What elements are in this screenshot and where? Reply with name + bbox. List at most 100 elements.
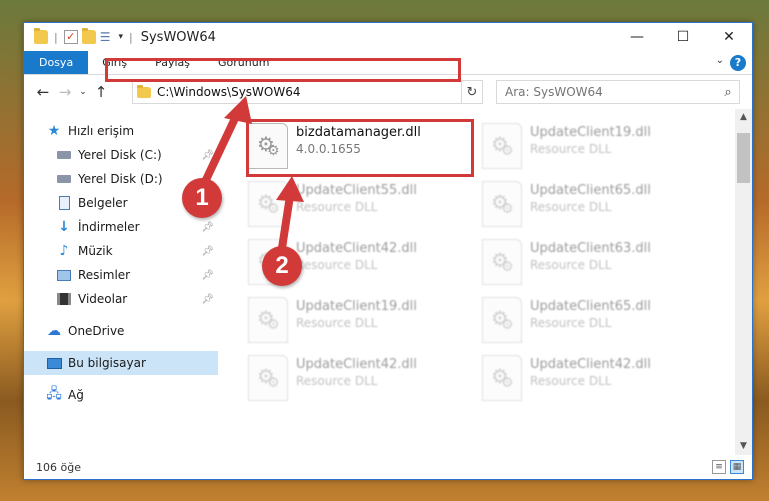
file-item[interactable]: ⚙⚙ UpdateClient42.dll Resource DLL bbox=[248, 351, 468, 405]
help-icon[interactable]: ? bbox=[730, 55, 746, 71]
file-name: UpdateClient55.dll bbox=[296, 183, 417, 198]
pin-icon[interactable]: 📌︎ bbox=[201, 150, 214, 161]
file-description: Resource DLL bbox=[530, 142, 612, 156]
file-item[interactable]: ⚙ ⚙ UpdateClient63.dll Resource DLL bbox=[482, 235, 702, 289]
address-path[interactable]: C:\Windows\SysWOW64 bbox=[157, 85, 460, 99]
folder-icon[interactable] bbox=[34, 28, 48, 44]
customize-view-icon[interactable]: ☰ bbox=[100, 30, 111, 44]
file-description: Resource DLL bbox=[530, 258, 612, 272]
details-view-icon[interactable]: ≡ bbox=[712, 460, 726, 474]
file-item[interactable]: ⚙ ⚙ UpdateClient19.dll Resource DLL bbox=[482, 119, 702, 173]
new-folder-icon[interactable] bbox=[81, 28, 96, 44]
dll-file-icon: ⚙⚙ bbox=[482, 239, 522, 285]
star-icon: ★ bbox=[47, 123, 61, 139]
recent-locations-chevron-icon[interactable]: ⌄ bbox=[76, 87, 90, 97]
scrollbar-thumb[interactable] bbox=[737, 133, 750, 183]
search-input[interactable] bbox=[505, 85, 717, 99]
sidebar-item-label: Hızlı erişim bbox=[68, 124, 135, 138]
drive-icon bbox=[56, 172, 72, 186]
dll-file-icon: ⚙⚙ bbox=[482, 181, 522, 227]
search-box[interactable]: ⌕ bbox=[496, 80, 740, 104]
documents-icon bbox=[56, 196, 72, 210]
tab-file[interactable]: Dosya bbox=[24, 51, 89, 74]
title-separator: | bbox=[129, 30, 133, 44]
file-item[interactable]: ⚙ ⚙ bizdatamanager.dll 4.0.0.1655 bbox=[248, 119, 468, 173]
dll-file-icon: ⚙⚙ bbox=[482, 297, 522, 343]
cloud-icon: ☁ bbox=[47, 323, 61, 339]
file-version: 4.0.0.1655 bbox=[296, 142, 361, 156]
tab-home[interactable]: Giriş bbox=[88, 51, 141, 74]
pictures-icon bbox=[56, 268, 72, 282]
file-item[interactable]: ⚙ ⚙ UpdateClient19.dll Resource DLL bbox=[248, 293, 468, 347]
file-item[interactable]: ⚙ ⚙ UpdateClient65.dll Resource DLL bbox=[482, 177, 702, 231]
up-arrow-icon[interactable]: ↑ bbox=[90, 83, 112, 101]
file-name: UpdateClient63.dll bbox=[530, 241, 651, 256]
sidebar-item-label: Yerel Disk (C:) bbox=[78, 148, 162, 162]
address-folder-icon bbox=[137, 84, 151, 98]
window-title: SysWOW64 bbox=[140, 29, 216, 45]
tab-share[interactable]: Paylaş bbox=[141, 51, 204, 74]
drive-icon bbox=[56, 148, 72, 162]
scroll-down-icon[interactable]: ▼ bbox=[735, 438, 752, 455]
sidebar-item-label: Ağ bbox=[68, 388, 84, 402]
close-button[interactable]: ✕ bbox=[706, 23, 752, 51]
sidebar-item-music[interactable]: ♪ Müzik 📌︎ bbox=[24, 239, 218, 263]
file-item[interactable]: ⚙⚙ UpdateClient42.dll Resource DLL bbox=[482, 351, 702, 405]
explorer-window: | ✓ ☰ ▾ | SysWOW64 — ☐ ✕ Dosya Giriş Pay… bbox=[23, 22, 753, 480]
view-switcher: ≡ ▦ bbox=[712, 460, 744, 474]
expand-ribbon-icon[interactable]: ⌄ bbox=[716, 55, 724, 66]
file-name: UpdateClient19.dll bbox=[296, 299, 417, 314]
content-area: ★ Hızlı erişim Yerel Disk (C:) 📌︎ Yerel … bbox=[24, 109, 752, 455]
vertical-scrollbar[interactable]: ▲ ▼ bbox=[735, 109, 752, 455]
file-description: Resource DLL bbox=[296, 200, 378, 214]
videos-icon bbox=[56, 292, 72, 306]
sidebar-item-label: Müzik bbox=[78, 244, 113, 258]
callout-1: 1 bbox=[182, 178, 222, 218]
dll-file-icon: ⚙⚙ bbox=[248, 355, 288, 401]
maximize-button[interactable]: ☐ bbox=[660, 23, 706, 51]
properties-check-icon[interactable]: ✓ bbox=[63, 30, 78, 44]
dll-file-icon: ⚙⚙ bbox=[482, 123, 522, 169]
pin-icon[interactable]: 📌︎ bbox=[201, 246, 214, 257]
file-description: Resource DLL bbox=[296, 316, 378, 330]
sidebar-item-onedrive[interactable]: ☁ OneDrive bbox=[24, 319, 218, 343]
sidebar-item-downloads[interactable]: ↓ İndirmeler 📌︎ bbox=[24, 215, 218, 239]
pin-icon[interactable]: 📌︎ bbox=[201, 222, 214, 233]
file-name: UpdateClient42.dll bbox=[530, 357, 651, 372]
address-bar[interactable]: C:\Windows\SysWOW64 ⌄ bbox=[132, 80, 479, 104]
file-description: Resource DLL bbox=[530, 374, 612, 388]
large-icons-view-icon[interactable]: ▦ bbox=[730, 460, 744, 474]
dll-file-icon: ⚙⚙ bbox=[248, 181, 288, 227]
file-description: Resource DLL bbox=[530, 316, 612, 330]
refresh-icon: ↻ bbox=[466, 84, 478, 100]
file-name: bizdatamanager.dll bbox=[296, 125, 421, 140]
customize-toolbar-dropdown-icon[interactable]: ▾ bbox=[114, 32, 127, 42]
sidebar-item-label: Yerel Disk (D:) bbox=[78, 172, 163, 186]
search-icon[interactable]: ⌕ bbox=[717, 85, 739, 100]
sidebar-item-local-disk-c[interactable]: Yerel Disk (C:) 📌︎ bbox=[24, 143, 218, 167]
status-bar: 106 öğe ≡ ▦ bbox=[24, 455, 752, 479]
pin-icon[interactable]: 📌︎ bbox=[201, 270, 214, 281]
forward-arrow-icon[interactable]: → bbox=[54, 83, 76, 101]
file-name: UpdateClient42.dll bbox=[296, 357, 417, 372]
sidebar-item-quick-access[interactable]: ★ Hızlı erişim bbox=[24, 119, 218, 143]
back-arrow-icon[interactable]: ← bbox=[32, 83, 54, 101]
sidebar-item-network[interactable]: 🖧︎ Ağ bbox=[24, 383, 218, 407]
refresh-button[interactable]: ↻ bbox=[461, 80, 483, 104]
file-name: UpdateClient65.dll bbox=[530, 299, 651, 314]
file-item[interactable]: ⚙ ⚙ UpdateClient65.dll Resource DLL bbox=[482, 293, 702, 347]
minimize-button[interactable]: — bbox=[614, 23, 660, 51]
file-item[interactable]: ⚙ ⚙ UpdateClient55.dll Resource DLL bbox=[248, 177, 468, 231]
file-list[interactable]: ⚙ ⚙ bizdatamanager.dll 4.0.0.1655 ⚙ ⚙ Updat… bbox=[218, 109, 752, 455]
sidebar-item-this-pc[interactable]: Bu bilgisayar bbox=[24, 351, 218, 375]
sidebar-item-pictures[interactable]: Resimler 📌︎ bbox=[24, 263, 218, 287]
pin-icon[interactable]: 📌︎ bbox=[201, 294, 214, 305]
item-count: 106 öğe bbox=[36, 460, 81, 474]
navigation-pane[interactable]: ★ Hızlı erişim Yerel Disk (C:) 📌︎ Yerel … bbox=[24, 109, 218, 455]
file-name: UpdateClient65.dll bbox=[530, 183, 651, 198]
scroll-up-icon[interactable]: ▲ bbox=[735, 109, 752, 126]
tab-view[interactable]: Görünüm bbox=[204, 51, 283, 74]
sidebar-item-videos[interactable]: Videolar 📌︎ bbox=[24, 287, 218, 311]
